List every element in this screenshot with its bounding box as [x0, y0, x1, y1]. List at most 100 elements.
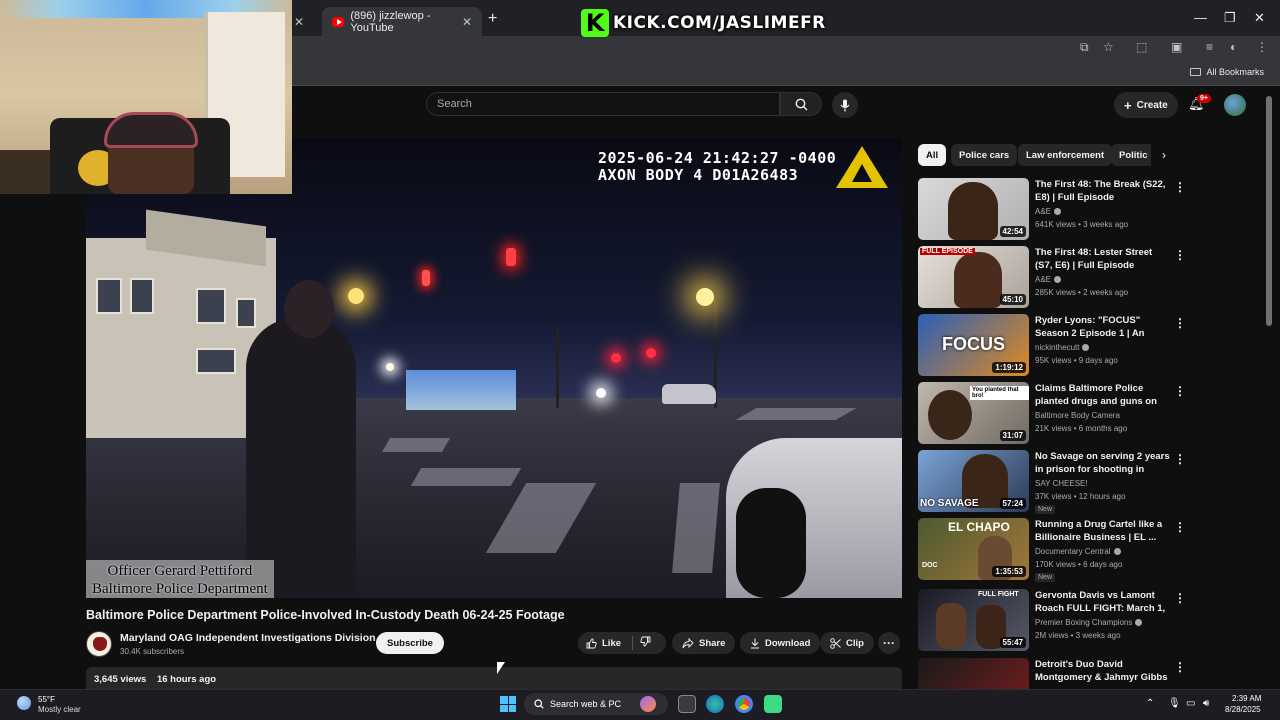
microphone-tray-icon[interactable]: 🎙︎ [1168, 698, 1181, 709]
weather-moon-icon[interactable] [17, 696, 31, 710]
close-window-button[interactable]: ✕ [1254, 10, 1265, 26]
restore-button[interactable]: ❐ [1224, 10, 1236, 26]
new-tab-button[interactable]: + [488, 10, 497, 28]
tab-close-icon[interactable]: ✕ [294, 15, 304, 29]
rec-thumbnail[interactable]: EL CHAPO DOC 1:35:53 [918, 518, 1029, 580]
edge-browser-icon[interactable] [706, 695, 724, 713]
taskbar-time[interactable]: 2:39 AM [1232, 694, 1261, 703]
channel-avatar[interactable] [86, 631, 112, 657]
page-scrollbar[interactable] [1266, 96, 1272, 326]
chip-politics[interactable]: Politic [1111, 144, 1151, 166]
axon-logo-inner [852, 164, 872, 182]
verified-icon [1135, 619, 1143, 627]
reading-list-icon[interactable]: ≡ [1206, 40, 1213, 54]
rec-age: 9 days ago [1078, 356, 1118, 365]
video-window [196, 288, 226, 324]
dislike-button[interactable] [640, 636, 651, 650]
like-button[interactable]: Like [586, 632, 621, 654]
description-box[interactable]: 3,645 views 16 hours ago [86, 667, 902, 689]
windows-start-icon[interactable] [500, 696, 516, 712]
subscribe-button[interactable]: Subscribe [376, 632, 444, 654]
rec-video-8[interactable]: Detroit's Duo David Montgomery & Jahmyr … [918, 658, 1188, 689]
search-button[interactable] [780, 92, 822, 116]
copilot-icon[interactable] [640, 696, 656, 712]
video-car-light [596, 388, 606, 398]
video-traffic-light [422, 270, 430, 286]
share-button[interactable]: Share [672, 632, 736, 654]
rec-menu-icon[interactable]: ⋮ [1174, 452, 1186, 466]
browser-tab-youtube[interactable]: (896) jizzlewop - YouTube ✕ [322, 7, 482, 36]
rec-menu-icon[interactable]: ⋮ [1174, 248, 1186, 262]
rec-title: Gervonta Davis vs Lamont Roach FULL FIGH… [1035, 590, 1166, 614]
rec-meta: 285K views • 2 weeks ago [1035, 288, 1129, 297]
like-label: Like [602, 637, 622, 649]
rec-thumbnail[interactable]: NO SAVAGE 57:24 [918, 450, 1029, 512]
video-suv [662, 384, 716, 404]
create-button[interactable]: + Create [1114, 92, 1178, 118]
rec-video-4[interactable]: You planted that bro! 31:07 Claims Balti… [918, 382, 1188, 444]
game-app-icon[interactable] [764, 695, 782, 713]
rec-menu-icon[interactable]: ⋮ [1174, 316, 1186, 330]
tab-close-icon[interactable]: ✕ [462, 15, 472, 29]
rec-thumbnail[interactable]: FULL FIGHT 55:47 [918, 589, 1029, 651]
rec-meta: 2M views • 3 weeks ago [1035, 631, 1121, 640]
thumb-face [948, 182, 998, 240]
network-icon[interactable]: ▭ [1186, 698, 1195, 709]
rec-age: 6 days ago [1083, 560, 1123, 569]
chrome-browser-icon[interactable] [735, 695, 753, 713]
download-button[interactable]: Download [740, 632, 821, 654]
rec-duration: 1:19:12 [992, 362, 1026, 373]
thumb-text: FULL FIGHT [978, 591, 1019, 598]
rec-channel: Documentary Central [1035, 547, 1121, 556]
kick-url-text: KICK.COM/JASLIMEFR [613, 13, 826, 33]
task-view-icon[interactable] [678, 695, 696, 713]
rec-video-7[interactable]: FULL FIGHT 55:47 Gervonta Davis vs Lamon… [918, 589, 1188, 651]
notification-count-badge: 9+ [1197, 94, 1211, 103]
chip-law-enforcement[interactable]: Law enforcement [1018, 144, 1113, 166]
rec-video-1[interactable]: 42:54 The First 48: The Break (S22, E8) … [918, 178, 1188, 240]
search-input[interactable]: Search [426, 92, 780, 116]
channel-name[interactable]: Maryland OAG Independent Investigations … [120, 632, 376, 644]
browser-menu-icon[interactable]: ⋮ [1256, 40, 1268, 54]
video-player[interactable]: 2025-06-24 21:42:27 -0400 AXON BODY 4 D0… [86, 138, 902, 598]
rec-video-3[interactable]: FOCUS 1:19:12 Ryder Lyons: "FOCUS" Seaso… [918, 314, 1188, 376]
rec-thumbnail[interactable]: 42:54 [918, 178, 1029, 240]
rec-menu-icon[interactable]: ⋮ [1174, 384, 1186, 398]
chevron-right-icon[interactable]: › [1162, 148, 1166, 162]
profile-icon[interactable]: ◐ [1230, 40, 1237, 54]
clip-button[interactable]: Clip [820, 632, 874, 654]
new-badge: New [1035, 505, 1056, 514]
cast-icon[interactable]: ⧉ [1080, 40, 1089, 55]
rec-video-6[interactable]: EL CHAPO DOC 1:35:53 Running a Drug Cart… [918, 518, 1188, 582]
rec-video-2[interactable]: FULL EPISODE 45:10 The First 48: Lester … [918, 246, 1188, 308]
rec-menu-icon[interactable]: ⋮ [1174, 591, 1186, 605]
chip-all[interactable]: All [918, 144, 947, 166]
rec-meta: 641K views • 3 weeks ago [1035, 220, 1129, 229]
taskbar-date[interactable]: 8/28/2025 [1225, 705, 1261, 714]
weather-temperature[interactable]: 55°F [38, 695, 55, 704]
all-bookmarks-button[interactable]: All Bookmarks [1190, 67, 1264, 77]
rec-video-5[interactable]: NO SAVAGE 57:24 No Savage on serving 2 y… [918, 450, 1188, 514]
rec-thumbnail[interactable]: FOCUS 1:19:12 [918, 314, 1029, 376]
rec-thumbnail[interactable]: You planted that bro! 31:07 [918, 382, 1029, 444]
bookmark-star-icon[interactable]: ☆ [1103, 40, 1114, 54]
rec-menu-icon[interactable]: ⋮ [1174, 520, 1186, 534]
rec-views: 170K views [1035, 560, 1076, 569]
video-tire [736, 488, 806, 598]
rec-thumbnail[interactable]: FULL EPISODE 45:10 [918, 246, 1029, 308]
rec-thumbnail[interactable] [918, 658, 1029, 689]
minimize-button[interactable]: — [1194, 10, 1207, 25]
tray-chevron-icon[interactable]: ⌃ [1146, 698, 1154, 709]
account-avatar[interactable] [1224, 94, 1246, 116]
more-actions-button[interactable]: ··· [878, 632, 900, 654]
voice-search-button[interactable] [832, 92, 858, 118]
rec-menu-icon[interactable]: ⋮ [1174, 180, 1186, 194]
thumb-text: NO SAVAGE [920, 498, 979, 509]
volume-icon[interactable]: 🔊︎ [1203, 698, 1209, 709]
rec-menu-icon[interactable]: ⋮ [1174, 660, 1186, 674]
chip-police-cars[interactable]: Police cars [951, 144, 1018, 166]
extensions-icon[interactable]: ⬚ [1136, 40, 1147, 54]
sidepanel-icon[interactable]: ▣ [1171, 40, 1182, 54]
video-traffic-light [611, 353, 621, 363]
weather-description[interactable]: Mostly clear [38, 705, 81, 714]
